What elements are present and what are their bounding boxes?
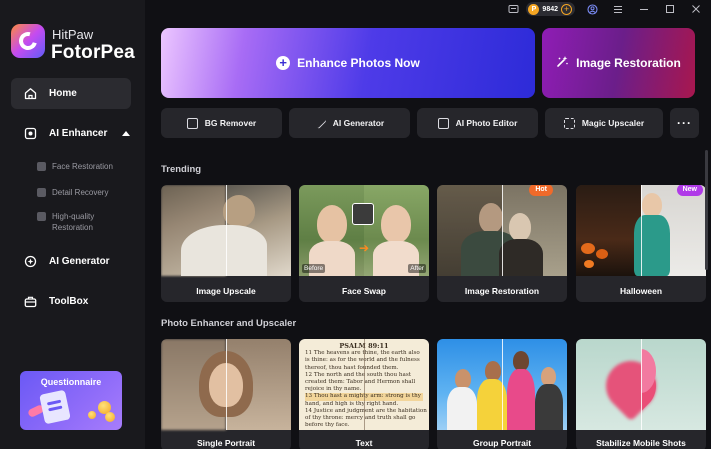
card-caption: Group Portrait (472, 438, 532, 448)
brand-subtitle: HitPaw (52, 27, 94, 42)
plus-icon: + (276, 56, 291, 70)
coin-icon (88, 411, 96, 419)
card-text[interactable]: PSALM 89:11 11 The heavens are thine, th… (299, 339, 429, 449)
stabilize-thumbnail (576, 339, 706, 430)
questionnaire-title: Questionnaire (40, 377, 102, 387)
minimize-icon[interactable] (635, 0, 653, 18)
image-upscale-thumbnail (161, 185, 291, 276)
text-thumbnail: PSALM 89:11 11 The heavens are thine, th… (299, 339, 429, 430)
coin-balance[interactable]: P 9842 + (526, 2, 575, 16)
coin-icon: P (528, 3, 540, 15)
app-logo-icon (11, 24, 45, 58)
restoration-icon (37, 212, 46, 221)
subitem-label: Detail Recovery (52, 188, 109, 197)
coin-icon (105, 412, 115, 422)
card-image-upscale[interactable]: Image Upscale (161, 185, 291, 302)
menu-icon[interactable] (609, 0, 627, 18)
card-face-swap[interactable]: ➔ Before After Face Swap (299, 185, 429, 302)
tool-label: AI Generator (332, 118, 385, 128)
enhancer-icon (24, 127, 37, 140)
image-restoration-button[interactable]: Image Restoration (542, 28, 695, 98)
enhance-photos-label: Enhance Photos Now (297, 56, 420, 70)
enhance-photos-now-button[interactable]: + Enhance Photos Now (161, 28, 535, 98)
face-icon (37, 162, 46, 171)
card-stabilize-mobile-shots[interactable]: Stabilize Mobile Shots (576, 339, 706, 449)
section-title-trending: Trending (161, 164, 202, 175)
maximize-icon[interactable] (661, 0, 679, 18)
ai-generator-tool-button[interactable]: AI Generator (289, 108, 410, 138)
face-swap-thumbnail: ➔ Before After (299, 185, 429, 276)
card-caption: Image Upscale (196, 286, 256, 296)
detail-icon (37, 188, 46, 197)
feedback-icon[interactable] (504, 0, 522, 18)
subitem-label: High-quality Restoration (52, 212, 95, 232)
sidebar-item-ai-generator[interactable]: AI Generator (11, 246, 131, 277)
upscaler-icon (563, 117, 575, 129)
questionnaire-banner[interactable]: Questionnaire (20, 371, 122, 430)
swap-face-preview (352, 203, 374, 225)
card-caption: Halloween (619, 286, 663, 296)
photo-editor-icon (437, 117, 449, 129)
ai-generator-icon (24, 255, 37, 268)
bg-remover-icon (186, 117, 198, 129)
card-image-restoration[interactable]: Hot Image Restoration (437, 185, 567, 302)
add-coins-icon[interactable]: + (561, 3, 572, 15)
sidebar-item-ai-enhancer[interactable]: AI Enhancer (11, 118, 131, 149)
wand-icon (314, 116, 327, 130)
arrow-right-icon: ➔ (359, 241, 370, 255)
card-halloween[interactable]: New Halloween (576, 185, 706, 302)
sidebar-item-label: Home (49, 88, 77, 99)
tool-label: AI Photo Editor (455, 118, 518, 128)
more-tools-button[interactable]: ··· (670, 108, 699, 138)
account-icon[interactable] (583, 0, 601, 18)
magic-wand-icon (556, 55, 569, 71)
tool-label: BG Remover (204, 118, 257, 128)
sidebar-subitem-high-quality-restoration[interactable]: High-quality Restoration (37, 211, 117, 233)
group-portrait-thumbnail (437, 339, 567, 430)
sidebar-subitem-face-restoration[interactable]: Face Restoration (37, 161, 113, 172)
bg-remover-button[interactable]: BG Remover (161, 108, 282, 138)
image-restoration-label: Image Restoration (576, 56, 681, 70)
chevron-up-icon[interactable] (122, 131, 131, 136)
sidebar-item-label: ToolBox (49, 296, 89, 307)
after-label: After (408, 264, 426, 273)
card-caption: Face Swap (342, 286, 386, 296)
sidebar-item-label: AI Generator (49, 256, 110, 267)
title-bar: P 9842 + (500, 0, 711, 18)
coin-count: 9842 (542, 5, 558, 13)
card-single-portrait[interactable]: Single Portrait (161, 339, 291, 449)
sidebar-item-label: AI Enhancer (49, 128, 108, 139)
card-group-portrait[interactable]: Group Portrait (437, 339, 567, 449)
single-portrait-thumbnail (161, 339, 291, 430)
before-label: Before (302, 264, 326, 273)
home-icon (24, 87, 37, 100)
scrollbar[interactable] (705, 150, 708, 270)
card-caption: Single Portrait (196, 438, 256, 448)
card-caption: Stabilize Mobile Shots (596, 438, 686, 448)
sidebar-item-toolbox[interactable]: ToolBox (11, 286, 131, 317)
toolbox-icon (24, 295, 37, 308)
sidebar: HitPaw FotorPea Home AI Enhancer Face Re… (0, 0, 145, 449)
card-caption: Text (355, 438, 373, 448)
survey-card-icon (39, 389, 71, 425)
brand-title: FotorPea (51, 42, 135, 63)
card-caption: Image Restoration (464, 286, 540, 296)
hot-badge: Hot (529, 185, 553, 196)
close-icon[interactable] (687, 0, 705, 18)
more-icon: ··· (677, 116, 692, 130)
new-badge: New (676, 185, 703, 196)
app-window: HitPaw FotorPea Home AI Enhancer Face Re… (0, 0, 711, 449)
ai-photo-editor-button[interactable]: AI Photo Editor (417, 108, 538, 138)
tool-label: Magic Upscaler (581, 118, 645, 128)
halloween-thumbnail (576, 185, 706, 276)
magic-upscaler-button[interactable]: Magic Upscaler (545, 108, 663, 138)
subitem-label: Face Restoration (52, 162, 113, 171)
sidebar-subitem-detail-recovery[interactable]: Detail Recovery (37, 187, 108, 198)
section-title-enhancer: Photo Enhancer and Upscaler (161, 318, 297, 329)
image-restoration-thumbnail (437, 185, 567, 276)
sidebar-item-home[interactable]: Home (11, 78, 131, 109)
